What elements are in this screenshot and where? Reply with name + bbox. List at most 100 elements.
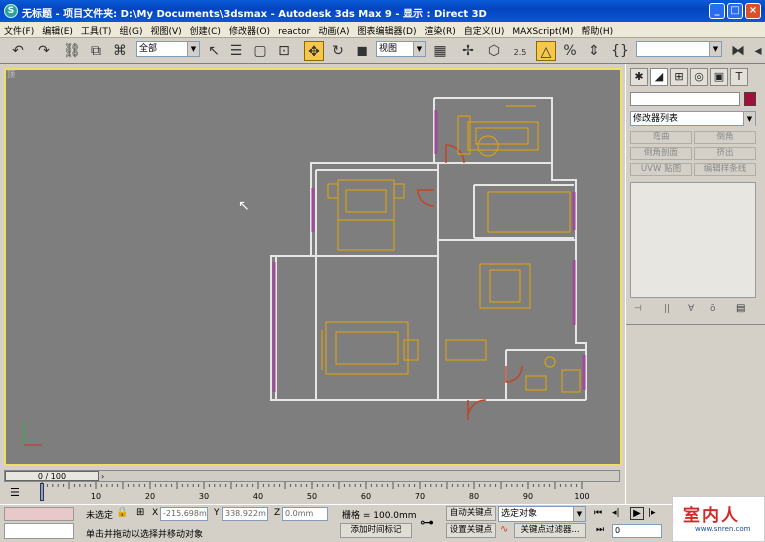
rect-selection-icon[interactable]: ▢ xyxy=(250,41,270,61)
play-icon[interactable]: ▶ xyxy=(630,507,644,520)
modifier-stack[interactable] xyxy=(630,182,756,298)
hierarchy-tab-icon[interactable]: ⊞ xyxy=(670,68,688,86)
menu-edit[interactable]: 编辑(E) xyxy=(38,22,77,39)
absolute-mode-icon[interactable]: ⊞ xyxy=(136,507,144,518)
menu-views[interactable]: 视图(V) xyxy=(146,22,185,39)
z-coordinate-field[interactable]: 0.0mm xyxy=(282,507,328,521)
x-label: X xyxy=(152,508,159,518)
menu-maxscript[interactable]: MAXScript(M) xyxy=(508,25,577,39)
floor-plan-drawing xyxy=(23,97,587,446)
menu-help[interactable]: 帮助(H) xyxy=(577,22,617,39)
undo-icon[interactable]: ↶ xyxy=(8,41,28,61)
window-crossing-icon[interactable]: ⊡ xyxy=(274,41,294,61)
selection-filter-dropdown[interactable]: 全部 ▼ xyxy=(136,41,200,57)
next-frame-icon[interactable]: |▸ xyxy=(648,508,656,518)
window-title: 无标题 - 项目文件夹: D:\My Documents\3dsmax - Au… xyxy=(22,9,487,20)
add-time-tag-button[interactable]: 添加时间标记 xyxy=(340,523,412,538)
menu-animation[interactable]: 动画(A) xyxy=(314,22,353,39)
key-icon[interactable]: ⊶ xyxy=(420,515,434,531)
modifier-list-dropdown[interactable]: 修改器列表 ▼ xyxy=(630,111,756,126)
key-selection-dropdown[interactable]: 选定对象 ▼ xyxy=(498,506,586,522)
remove-modifier-icon[interactable]: ō xyxy=(710,304,716,314)
key-mode-toggle-icon[interactable]: ⏭ xyxy=(596,525,604,535)
track-ruler[interactable]: 0102030405060708090100 xyxy=(0,482,625,504)
select-rotate-icon[interactable]: ↻ xyxy=(328,41,348,61)
unlink-icon[interactable]: ⧉ xyxy=(86,41,106,61)
maxscript-listener-top[interactable] xyxy=(4,507,74,521)
frame-counter[interactable]: 0 / 100 xyxy=(5,471,99,481)
angle-snap-icon[interactable]: △ xyxy=(536,41,556,61)
edit-spline-button[interactable]: 编辑样条线 xyxy=(694,163,756,176)
select-scale-icon[interactable]: ◼ xyxy=(352,41,372,61)
display-tab-icon[interactable]: ▣ xyxy=(710,68,728,86)
key-mode-icon[interactable]: ∿ xyxy=(500,524,508,535)
select-manipulate-icon[interactable]: ✢ xyxy=(458,41,478,61)
previous-frame-icon[interactable]: ◂| xyxy=(612,508,620,518)
select-object-icon[interactable]: ↖ xyxy=(204,41,224,61)
current-frame-field[interactable]: 0 xyxy=(612,524,662,538)
reference-coord-dropdown[interactable]: 视图 ▼ xyxy=(376,41,426,57)
menu-group[interactable]: 组(G) xyxy=(115,22,146,39)
top-viewport[interactable]: ↖ xyxy=(4,68,622,466)
time-slider-marker[interactable] xyxy=(40,483,44,501)
menu-tools[interactable]: 工具(T) xyxy=(77,22,116,39)
maximize-button[interactable]: □ xyxy=(727,3,743,19)
chevron-right-icon[interactable]: › xyxy=(101,472,104,481)
bevel-button[interactable]: 倒角 xyxy=(694,131,756,144)
menu-graph-editors[interactable]: 图表编辑器(D) xyxy=(354,22,421,39)
redo-icon[interactable]: ↷ xyxy=(34,41,54,61)
snap-toggle-icon[interactable]: 2.5 xyxy=(510,41,530,61)
spinner-snap-icon[interactable]: ⇕ xyxy=(584,41,604,61)
extrude-button[interactable]: 挤出 xyxy=(694,147,756,160)
named-selection-icon[interactable]: {} xyxy=(610,41,630,61)
select-link-icon[interactable]: ⛓ xyxy=(62,41,82,61)
viewport-label[interactable]: 顶 xyxy=(7,69,15,80)
motion-tab-icon[interactable]: ◎ xyxy=(690,68,708,86)
menu-create[interactable]: 创建(C) xyxy=(186,22,225,39)
menu-rendering[interactable]: 渲染(R) xyxy=(420,22,459,39)
watermark-site: www.snren.com xyxy=(695,525,751,533)
go-to-start-icon[interactable]: ⏮ xyxy=(594,508,602,518)
object-name-field[interactable] xyxy=(630,92,740,106)
title-bar: S 无标题 - 项目文件夹: D:\My Documents\3dsmax - … xyxy=(0,0,765,22)
ruler-label: 50 xyxy=(307,492,317,501)
percent-snap-icon[interactable]: % xyxy=(560,41,580,61)
named-selection-dropdown[interactable]: ▼ xyxy=(636,41,722,57)
utilities-tab-icon[interactable]: T xyxy=(730,68,748,86)
close-button[interactable]: × xyxy=(745,3,761,19)
mirror-icon[interactable]: ⧓ xyxy=(728,41,748,61)
bevel-profile-button[interactable]: 倒角剖面 xyxy=(630,147,692,160)
select-move-icon[interactable]: ✥ xyxy=(304,41,324,61)
bind-space-warp-icon[interactable]: ⌘ xyxy=(110,41,130,61)
create-tab-icon[interactable]: ✱ xyxy=(630,68,648,86)
make-unique-icon[interactable]: ∀ xyxy=(688,304,694,314)
menu-file[interactable]: 文件(F) xyxy=(0,22,38,39)
lock-icon[interactable]: 🔒 xyxy=(116,507,128,518)
y-coordinate-field[interactable]: 338.922m xyxy=(222,507,268,521)
time-slider[interactable]: 0 / 100 › xyxy=(4,470,620,482)
menu-modifiers[interactable]: 修改器(O) xyxy=(225,22,274,39)
menu-reactor[interactable]: reactor xyxy=(274,25,314,39)
key-filters-button[interactable]: 关键点过滤器... xyxy=(514,523,586,538)
maxscript-listener-bottom[interactable] xyxy=(4,523,74,539)
configure-sets-icon[interactable]: ▤ xyxy=(736,303,745,314)
ruler-label: 30 xyxy=(199,492,209,501)
x-coordinate-field[interactable]: -215.698m xyxy=(160,507,208,521)
set-key-button[interactable]: 设置关键点 xyxy=(446,523,496,538)
bend-button[interactable]: 弯曲 xyxy=(630,131,692,144)
chevron-down-icon: ▼ xyxy=(413,42,425,56)
auto-key-button[interactable]: 自动关键点 xyxy=(446,506,496,521)
app-icon[interactable]: S xyxy=(4,4,18,18)
keyboard-shortcut-icon[interactable]: ⬡ xyxy=(484,41,504,61)
align-icon[interactable]: ◂ xyxy=(748,41,765,61)
chevron-down-icon: ▼ xyxy=(709,42,721,56)
minimize-button[interactable]: _ xyxy=(709,3,725,19)
menu-customize[interactable]: 自定义(U) xyxy=(460,22,509,39)
select-by-name-icon[interactable]: ☰ xyxy=(226,41,246,61)
show-end-result-icon[interactable]: || xyxy=(664,304,670,314)
object-color-swatch[interactable] xyxy=(744,92,756,106)
uvw-map-button[interactable]: UVW 贴图 xyxy=(630,163,692,176)
pin-stack-icon[interactable]: ⊣ xyxy=(634,304,642,314)
pivot-center-icon[interactable]: ▦ xyxy=(430,41,450,61)
modify-tab-icon[interactable]: ◢ xyxy=(650,68,668,86)
